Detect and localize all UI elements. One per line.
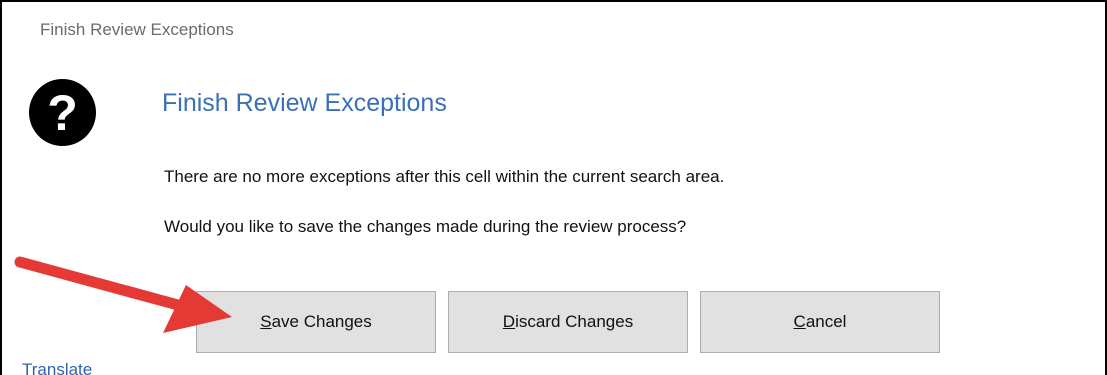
save-changes-label: Save Changes [260,312,372,331]
question-icon: ? [29,79,96,146]
message-line-1: There are no more exceptions after this … [164,167,725,186]
message-line-2: Would you like to save the changes made … [164,217,687,236]
dialog-heading: Finish Review Exceptions [162,89,447,117]
save-changes-button[interactable]: Save Changes [196,291,436,353]
cancel-label: Cancel [793,312,847,331]
cancel-button[interactable]: Cancel [700,291,940,353]
discard-changes-button[interactable]: Discard Changes [448,291,688,353]
window-title: Finish Review Exceptions [40,20,234,39]
translate-link[interactable]: Translate [22,360,92,375]
dialog-window: Finish Review Exceptions ? Finish Review… [0,0,1107,375]
discard-changes-label: Discard Changes [502,312,634,331]
